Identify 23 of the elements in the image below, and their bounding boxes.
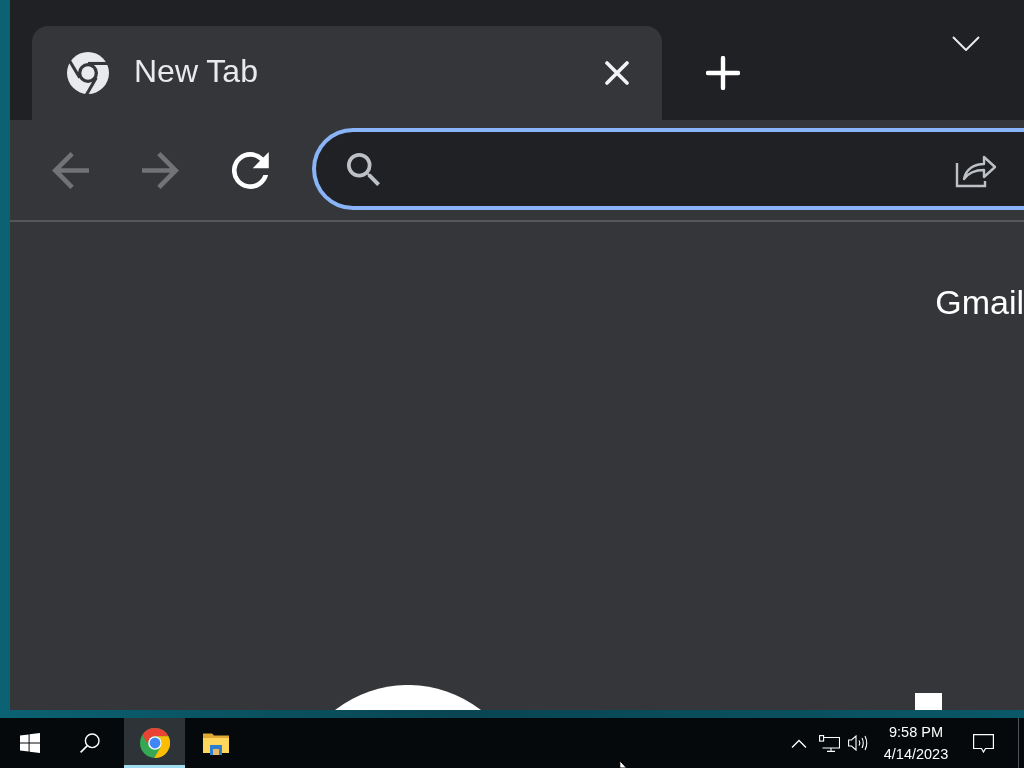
browser-tab[interactable]: New Tab <box>32 26 662 120</box>
browser-logo-icon <box>139 728 170 758</box>
right-arrow-icon <box>141 151 179 189</box>
folder-icon <box>202 731 229 755</box>
address-bar[interactable] <box>312 128 1024 210</box>
square-graphic <box>915 693 942 710</box>
chevron-up-icon <box>791 738 807 748</box>
search-icon <box>80 733 100 753</box>
left-arrow-icon <box>51 151 89 189</box>
plus-icon <box>706 56 740 90</box>
header-link[interactable]: Gmail <box>935 282 1024 322</box>
reload-icon <box>231 151 269 189</box>
browser-logo-icon <box>67 52 109 94</box>
browser-taskbar-button[interactable] <box>124 718 185 768</box>
speaker-icon <box>848 735 868 751</box>
close-tab-button[interactable] <box>604 60 630 86</box>
clock-button[interactable]: 9:58 PM 4/14/2023 <box>878 718 954 768</box>
chevron-down-icon <box>952 35 980 51</box>
windows-logo-icon <box>20 733 40 753</box>
search-icon <box>347 152 380 186</box>
close-icon <box>605 61 629 85</box>
speech-bubble-icon <box>972 733 994 753</box>
monitor-icon <box>818 734 840 752</box>
